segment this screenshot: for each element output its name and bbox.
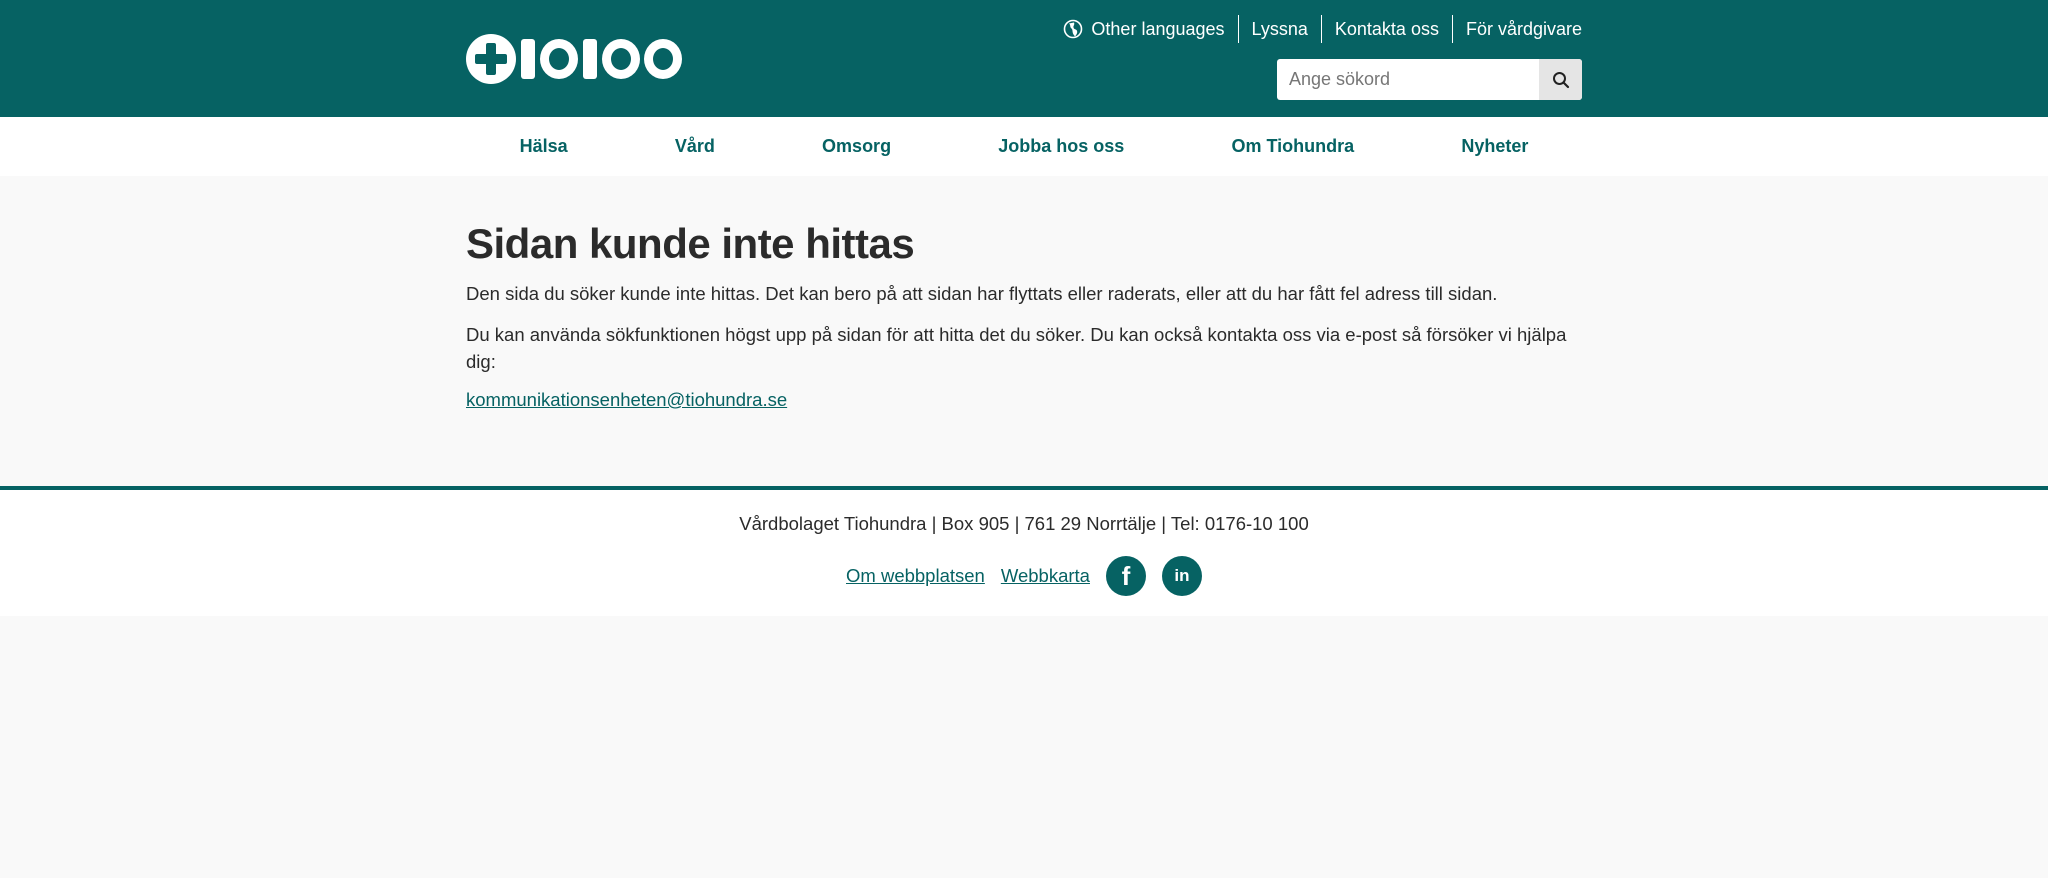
- linkedin-glyph: in: [1174, 566, 1190, 585]
- page-title: Sidan kunde inte hittas: [466, 220, 915, 267]
- lyssna-label: Lyssna: [1251, 18, 1308, 39]
- kontakta-oss-label: Kontakta oss: [1334, 18, 1439, 39]
- search-input[interactable]: [1277, 59, 1539, 100]
- nav-item-nyheter[interactable]: Nyheter: [1461, 136, 1528, 157]
- main-content: Sidan kunde inte hittas Den sida du söke…: [466, 220, 1586, 411]
- logo-digits: [518, 39, 684, 79]
- logo-digit-zero: [540, 39, 578, 79]
- tiohundra-logo[interactable]: [466, 34, 684, 84]
- logo-digit-one: [583, 39, 597, 79]
- lyssna-link[interactable]: Lyssna: [1237, 15, 1321, 43]
- om-webbplatsen-link[interactable]: Om webbplatsen: [846, 565, 985, 587]
- search-help-message: Du kan använda sökfunktionen högst upp p…: [466, 324, 1567, 372]
- search-icon: [1552, 71, 1569, 88]
- site-footer: Vårdbolaget Tiohundra | Box 905 | 761 29…: [0, 486, 2048, 616]
- search-button[interactable]: [1539, 59, 1582, 100]
- main-nav-list: Hälsa Vård Omsorg Jobba hos oss Om Tiohu…: [466, 117, 1582, 176]
- logo-digit-zero: [602, 39, 640, 79]
- main-nav: Hälsa Vård Omsorg Jobba hos oss Om Tiohu…: [0, 117, 2048, 176]
- logo-digit-one: [521, 39, 535, 79]
- other-languages-label: Other languages: [1091, 18, 1225, 39]
- linkedin-icon[interactable]: in: [1161, 556, 1202, 596]
- contact-email-link[interactable]: kommunikationsenheten@tiohundra.se: [466, 389, 787, 410]
- for-vardgivare-link[interactable]: För vårdgivare: [1451, 15, 1582, 43]
- for-vardgivare-label: För vårdgivare: [1465, 18, 1582, 39]
- footer-address: Vårdbolaget Tiohundra | Box 905 | 761 29…: [739, 513, 1309, 534]
- search-box: [1277, 59, 1582, 100]
- not-found-message: Den sida du söker kunde inte hittas. Det…: [466, 283, 1498, 304]
- cross-logo-icon: [466, 34, 516, 84]
- utility-nav: Other languages Lyssna Kontakta oss För …: [1050, 14, 1582, 44]
- facebook-icon[interactable]: f: [1105, 556, 1146, 596]
- kontakta-oss-link[interactable]: Kontakta oss: [1320, 15, 1452, 43]
- webbkarta-link[interactable]: Webbkarta: [1001, 565, 1090, 587]
- site-header: Other languages Lyssna Kontakta oss För …: [0, 0, 2048, 117]
- nav-item-halsa[interactable]: Hälsa: [520, 136, 568, 157]
- nav-item-jobba-hos-oss[interactable]: Jobba hos oss: [998, 136, 1124, 157]
- globe-icon: [1064, 19, 1083, 39]
- facebook-glyph: f: [1121, 560, 1131, 591]
- other-languages-link[interactable]: Other languages: [1050, 15, 1237, 43]
- nav-item-omsorg[interactable]: Omsorg: [822, 136, 891, 157]
- nav-item-vard[interactable]: Vård: [675, 136, 715, 157]
- nav-item-om-tiohundra[interactable]: Om Tiohundra: [1231, 136, 1354, 157]
- logo-digit-zero: [644, 39, 682, 79]
- footer-links: Om webbplatsen Webbkarta f in: [0, 556, 2048, 596]
